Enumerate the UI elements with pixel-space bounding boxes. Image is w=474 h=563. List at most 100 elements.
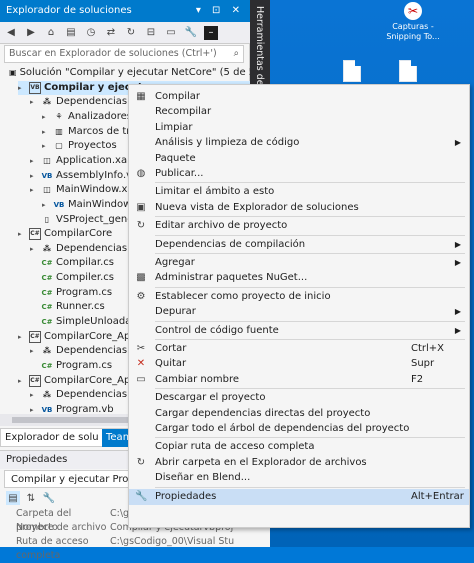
menu-item-label: Publicar... (155, 168, 204, 179)
expander-icon[interactable]: ▸ (30, 95, 38, 109)
expander-icon[interactable]: ▸ (18, 81, 26, 95)
preview-icon[interactable]: – (204, 25, 218, 40)
tree-item-label: Dependencias (56, 96, 128, 108)
menu-item-copiar-ruta-de-acceso-completa[interactable]: Copiar ruta de acceso completa (129, 439, 469, 455)
tree-item-label: Dependencias (56, 389, 128, 401)
new-view-icon: ▣ (136, 201, 146, 213)
tree-item-label: SimpleUnloadab (56, 316, 138, 328)
switch-views-icon[interactable]: ▤ (64, 26, 78, 40)
scissors-icon: ✂ (136, 343, 146, 354)
xaml-icon: ◫ (43, 155, 51, 165)
forward-icon[interactable]: ▶ (24, 26, 38, 40)
panel-window-controls[interactable]: ▾ ⊡ ✕ (196, 0, 244, 22)
menu-item-publicar[interactable]: ◍ Publicar... (129, 166, 469, 182)
menu-item-cambiar-nombre[interactable]: ▭ Cambiar nombre F2 (129, 372, 469, 388)
menu-item-propiedades[interactable]: 🔧 Propiedades Alt+Entrar (129, 488, 469, 505)
menu-item-administrar-paquetes-nuget[interactable]: ▩ Administrar paquetes NuGet... (129, 270, 469, 286)
menu-item-label: Análisis y limpieza de código (155, 137, 300, 149)
expander-icon[interactable]: ▸ (18, 374, 26, 388)
menu-item-descargar-el-proyecto[interactable]: Descargar el proyecto (129, 390, 469, 406)
expander-icon[interactable]: ▸ (30, 183, 38, 197)
back-icon[interactable]: ◀ (4, 26, 18, 40)
nuget-icon: ▩ (136, 272, 146, 284)
menu-item-limpiar[interactable]: Limpiar (129, 120, 469, 136)
expander-icon[interactable]: ▸ (18, 330, 26, 344)
tree-item-label: Proyectos (68, 140, 117, 152)
tab-solution-explorer[interactable]: Explorador de solu (0, 429, 104, 447)
pending-changes-icon[interactable]: ◷ (84, 26, 98, 40)
menu-item-agregar[interactable]: Agregar ▶ (129, 255, 469, 271)
desktop-file-icon[interactable] (396, 60, 420, 84)
menu-item-nueva-vista-de-explorador-de-soluciones[interactable]: ▣ Nueva vista de Explorador de soluciones (129, 200, 469, 216)
menu-item-shortcut: Alt+Entrar (411, 490, 464, 502)
expander-icon[interactable]: ▸ (30, 242, 38, 256)
vb-file-icon: VB (41, 171, 53, 180)
menu-item-limitar-el-ambito-a-esto[interactable]: Limitar el ámbito a esto (129, 184, 469, 200)
tree-item-label: MainWindow. (68, 198, 134, 210)
property-pages-icon[interactable]: 🔧 (42, 491, 56, 505)
menu-item-depurar[interactable]: Depurar ▶ (129, 304, 469, 320)
desktop-file-icon[interactable] (340, 60, 364, 84)
refresh-icon[interactable]: ↻ (124, 26, 138, 40)
search-input[interactable]: Buscar en Explorador de soluciones (Ctrl… (4, 45, 244, 63)
remove-icon: ✕ (136, 358, 146, 370)
expander-icon[interactable]: ▸ (30, 154, 38, 168)
home-icon[interactable]: ⌂ (44, 26, 58, 40)
menu-item-paquete[interactable]: Paquete (129, 151, 469, 167)
build-icon: ▦ (136, 91, 146, 102)
submenu-arrow-icon: ▶ (454, 325, 461, 335)
tree-item-label: Compiler.cs (56, 272, 114, 284)
menu-item-compilar[interactable]: ▦ Compilar (129, 89, 469, 105)
menu-item-label: Abrir carpeta en el Explorador de archiv… (155, 456, 367, 468)
menu-item-label: Depurar (155, 306, 196, 318)
desktop-icon-label: Capturas - Snipping To... (386, 22, 440, 41)
menu-separator (155, 253, 465, 254)
expander-icon[interactable]: ▸ (42, 198, 50, 212)
menu-item-label: Descargar el proyecto (155, 392, 266, 404)
dependencies-icon: ⁂ (42, 243, 52, 253)
projects-icon: ▢ (55, 141, 63, 151)
menu-item-cargar-dependencias-directas-del-proyecto[interactable]: Cargar dependencias directas del proyect… (129, 406, 469, 422)
alphabetical-icon[interactable]: ⇅ (24, 491, 38, 505)
menu-item-dependencias-de-compilacion[interactable]: Dependencias de compilación ▶ (129, 237, 469, 253)
collapse-all-icon[interactable]: ⊟ (144, 26, 158, 40)
tree-item-label: Marcos de tra (68, 125, 137, 137)
expander-icon[interactable]: ▸ (42, 110, 50, 124)
menu-item-cargar-todo-el-arbol-de-dependencias-del-proyecto[interactable]: Cargar todo el árbol de dependencias del… (129, 421, 469, 437)
frameworks-icon: ▥ (55, 126, 63, 136)
search-icon[interactable]: ⌕ (234, 46, 239, 62)
menu-item-establecer-como-proyecto-de-inicio[interactable]: ⚙ Establecer como proyecto de inicio (129, 289, 469, 305)
menu-item-recompilar[interactable]: Recompilar (129, 104, 469, 120)
sync-icon[interactable]: ⇄ (104, 26, 118, 40)
menu-item-label: Copiar ruta de acceso completa (155, 441, 315, 453)
expander-icon[interactable]: ▸ (42, 139, 50, 153)
tree-item-label: Program.cs (56, 286, 113, 298)
solution-explorer-titlebar: Explorador de soluciones ▾ ⊡ ✕ (0, 0, 250, 22)
scrollbar-thumb[interactable] (12, 417, 132, 423)
show-all-files-icon[interactable]: ▭ (164, 26, 178, 40)
menu-separator (155, 486, 465, 488)
categorized-icon[interactable]: ▤ (6, 491, 20, 505)
tree-item-label: Analizadores (68, 110, 132, 122)
tree-item[interactable]: ▣ Solución "Compilar y ejecutar NetCore" … (6, 66, 250, 80)
expander-icon[interactable]: ▸ (30, 388, 38, 402)
expander-icon[interactable]: ▸ (42, 125, 50, 139)
menu-item-abrir-carpeta-en-el-explorador-de-archivos[interactable]: ↻ Abrir carpeta en el Explorador de archi… (129, 455, 469, 471)
menu-item-label: Establecer como proyecto de inicio (155, 290, 331, 302)
expander-icon[interactable]: ▸ (30, 344, 38, 358)
tree-item-label: CompilarCore (44, 228, 113, 240)
properties-wrench-icon[interactable]: 🔧 (184, 26, 198, 40)
menu-item-quitar[interactable]: ✕ Quitar Supr (129, 356, 469, 372)
dependencies-icon: ⁂ (42, 346, 52, 356)
expander-icon[interactable]: ▸ (18, 227, 26, 241)
menu-item-label: Cargar dependencias directas del proyect… (155, 407, 371, 419)
menu-item-disenar-en-blend[interactable]: Diseñar en Blend... (129, 470, 469, 486)
menu-item-control-de-codigo-fuente[interactable]: Control de código fuente ▶ (129, 323, 469, 339)
desktop-icon-snipping-tool[interactable]: ✂ Capturas - Snipping To... (378, 2, 448, 42)
vb-file-icon: VB (53, 200, 65, 209)
menu-item-editar-archivo-de-proyecto[interactable]: ↻ Editar archivo de proyecto (129, 218, 469, 234)
expander-icon[interactable]: ▸ (30, 169, 38, 183)
menu-item-cortar[interactable]: ✂ Cortar Ctrl+X (129, 341, 469, 357)
menu-item-analisis-y-limpieza-de-codigo[interactable]: Análisis y limpieza de código ▶ (129, 135, 469, 151)
menu-separator (155, 182, 465, 184)
